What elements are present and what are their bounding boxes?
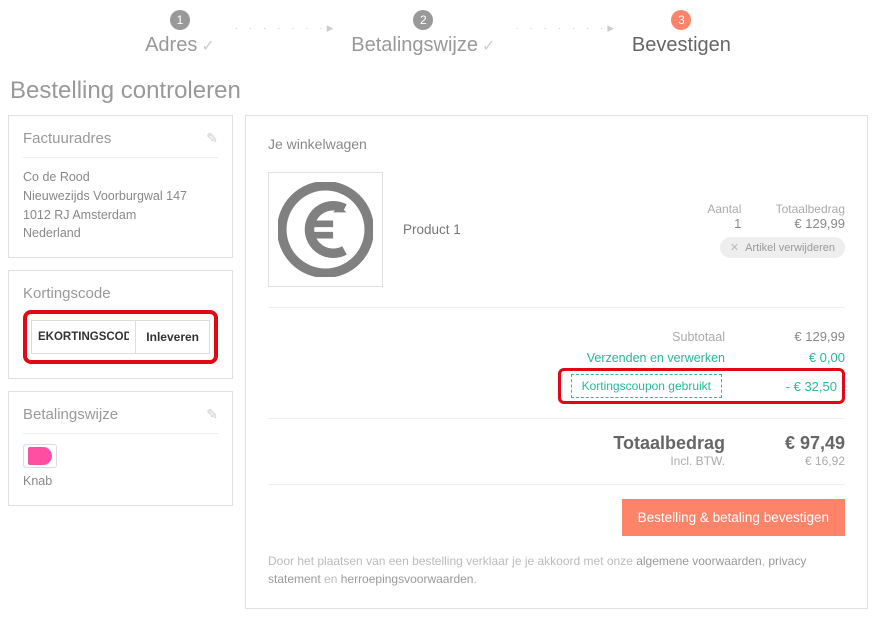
confirm-order-button[interactable]: Bestelling & betaling bevestigen xyxy=(622,499,845,536)
shipping-label: Verzenden en verwerken xyxy=(525,351,725,365)
product-row: Product 1 Aantal Totaalbedrag 1 € 129,99… xyxy=(268,172,845,308)
card-title: Factuuradres xyxy=(23,130,111,147)
qty-value: 1 xyxy=(681,216,741,231)
checkout-steps: 1 Adres✓ · · · · · · · ▸ 2 Betalingswijz… xyxy=(0,0,876,77)
edit-icon[interactable]: ✎ xyxy=(206,130,218,147)
check-icon: ✓ xyxy=(482,36,495,56)
card-title: Kortingscode xyxy=(23,285,111,302)
grand-total: Totaalbedrag Incl. BTW. € 97,49 € 16,92 xyxy=(268,419,845,485)
addr-street: Nieuwezijds Voorburgwal 147 xyxy=(23,187,218,206)
euro-icon xyxy=(278,182,373,277)
line-total-value: € 129,99 xyxy=(745,216,845,231)
addr-city: 1012 RJ Amsterdam xyxy=(23,206,218,225)
vat-label: Incl. BTW. xyxy=(613,454,725,468)
grand-total-label: Totaalbedrag xyxy=(613,433,725,454)
payment-method-name: Knab xyxy=(23,472,218,491)
edit-icon[interactable]: ✎ xyxy=(206,406,218,423)
apply-coupon-button[interactable]: Inleveren xyxy=(135,321,209,353)
step-number: 2 xyxy=(413,10,433,30)
step-label: Adres xyxy=(145,34,197,57)
coupon-card: Kortingscode Inleveren xyxy=(8,270,233,379)
step-payment[interactable]: 2 Betalingswijze✓ xyxy=(351,10,495,57)
check-icon: ✓ xyxy=(201,36,214,56)
cart-title: Je winkelwagen xyxy=(268,136,845,152)
arrow-icon: · · · · · · · ▸ xyxy=(235,20,332,36)
payment-method-card: Betalingswijze ✎ Knab xyxy=(8,391,233,506)
step-label: Bevestigen xyxy=(632,34,731,57)
vat-value: € 16,92 xyxy=(725,454,845,468)
step-address[interactable]: 1 Adres✓ xyxy=(145,10,215,57)
terms-text: Door het plaatsen van een bestelling ver… xyxy=(268,536,845,588)
coupon-highlight: Inleveren xyxy=(23,310,218,364)
step-number: 1 xyxy=(170,10,190,30)
summary: Subtotaal € 129,99 Verzenden en verwerke… xyxy=(268,308,845,419)
addr-name: Co de Rood xyxy=(23,168,218,187)
grand-total-value: € 97,49 xyxy=(725,433,845,454)
step-confirm: 3 Bevestigen xyxy=(632,10,731,57)
cart-panel: Je winkelwagen Product 1 Aantal Totaalbe… xyxy=(245,115,868,609)
line-total-label: Totaalbedrag xyxy=(745,202,845,216)
qty-label: Aantal xyxy=(681,202,741,216)
close-icon: ✕ xyxy=(730,241,739,254)
product-image xyxy=(268,172,383,287)
coupon-applied-highlight: Kortingscoupon gebruikt - € 32,50 xyxy=(558,368,845,404)
terms-link[interactable]: algemene voorwaarden xyxy=(636,554,761,568)
shipping-value: € 0,00 xyxy=(725,350,845,365)
withdrawal-link[interactable]: herroepingsvoorwaarden xyxy=(341,572,474,586)
coupon-discount-value: - € 32,50 xyxy=(722,379,839,394)
billing-address-card: Factuuradres ✎ Co de Rood Nieuwezijds Vo… xyxy=(8,115,233,258)
card-title: Betalingswijze xyxy=(23,406,118,423)
arrow-icon: · · · · · · · ▸ xyxy=(515,20,612,36)
step-label: Betalingswijze xyxy=(351,34,478,57)
subtotal-label: Subtotaal xyxy=(525,330,725,344)
step-number: 3 xyxy=(671,10,691,30)
coupon-input[interactable] xyxy=(32,321,135,353)
ideal-icon xyxy=(23,444,57,468)
page-title: Bestelling controleren xyxy=(0,77,876,115)
coupon-used-label: Kortingscoupon gebruikt xyxy=(571,374,722,398)
addr-country: Nederland xyxy=(23,224,218,243)
subtotal-value: € 129,99 xyxy=(725,329,845,344)
remove-item-button[interactable]: ✕ Artikel verwijderen xyxy=(720,237,845,258)
product-name: Product 1 xyxy=(403,222,681,237)
